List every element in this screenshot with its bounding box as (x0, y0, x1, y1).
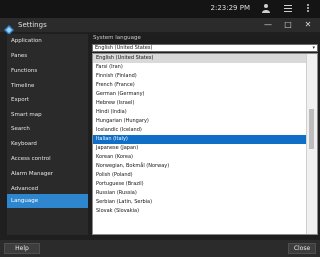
language-option-slovak[interactable]: Slovak (Slovakia) (93, 207, 307, 216)
sidebar-item-language[interactable]: Language (7, 194, 88, 208)
sidebar-item-application[interactable]: Application (7, 34, 88, 48)
language-option-hebrew[interactable]: Hebrew (Israel) (93, 99, 307, 108)
language-option-hindi[interactable]: Hindi (India) (93, 108, 307, 117)
language-option-polish[interactable]: Polish (Poland) (93, 171, 307, 180)
sidebar-item-export[interactable]: Export (7, 93, 88, 107)
sidebar-item-smart-map[interactable]: Smart map (7, 108, 88, 122)
maximize-icon[interactable]: □ (280, 19, 296, 31)
language-option-italian[interactable]: Italian (Italy) (93, 135, 307, 144)
user-icon[interactable] (260, 3, 272, 15)
sidebar-item-functions[interactable]: Functions (7, 64, 88, 78)
close-icon[interactable]: ✕ (300, 19, 316, 31)
window-title-bar: Settings — □ ✕ (0, 18, 320, 35)
system-language-value: English (United States) (95, 45, 153, 51)
dropdown-scrollbar[interactable] (306, 54, 317, 234)
minimize-icon[interactable]: — (260, 19, 276, 31)
language-option-german[interactable]: German (Germany) (93, 90, 307, 99)
sidebar-item-search[interactable]: Search (7, 122, 88, 136)
menu-icon[interactable] (282, 3, 294, 15)
help-button[interactable]: Help (4, 243, 40, 254)
dialog-footer: Help Close (0, 240, 320, 257)
language-option-norwegian[interactable]: Norwegian, Bokmål (Norway) (93, 162, 307, 171)
sidebar-item-access-control[interactable]: Access control (7, 152, 88, 166)
scrollbar-thumb[interactable] (309, 109, 314, 149)
close-button[interactable]: Close (288, 243, 316, 254)
more-vertical-icon[interactable] (302, 3, 314, 15)
system-taskbar: 2:23:29 PM (0, 0, 320, 18)
window-title: Settings (18, 21, 47, 29)
language-dropdown-list[interactable]: English (United States) Farsi (Iran) Fin… (92, 53, 318, 235)
sidebar-item-alarm-manager[interactable]: Alarm Manager (7, 167, 88, 181)
settings-sidebar: Application Panes Functions Timeline Exp… (7, 34, 88, 235)
language-option-serbian[interactable]: Serbian (Latin, Serbia) (93, 198, 307, 207)
sidebar-item-timeline[interactable]: Timeline (7, 79, 88, 93)
language-settings-panel: System language English (United States) … (89, 34, 320, 239)
sidebar-item-keyboard[interactable]: Keyboard (7, 137, 88, 151)
system-language-label: System language (93, 35, 141, 41)
language-option-japanese[interactable]: Japanese (Japan) (93, 144, 307, 153)
language-option-icelandic[interactable]: Icelandic (Iceland) (93, 126, 307, 135)
language-option-french[interactable]: French (France) (93, 81, 307, 90)
settings-app-icon (4, 20, 14, 35)
system-clock: 2:23:29 PM (210, 4, 250, 12)
language-option-farsi[interactable]: Farsi (Iran) (93, 63, 307, 72)
language-option-english-us[interactable]: English (United States) (93, 54, 307, 63)
language-option-hungarian[interactable]: Hungarian (Hungary) (93, 117, 307, 126)
system-language-select[interactable]: English (United States) ▾ (92, 44, 318, 52)
language-option-korean[interactable]: Korean (Korea) (93, 153, 307, 162)
sidebar-item-panes[interactable]: Panes (7, 49, 88, 63)
language-option-finnish[interactable]: Finnish (Finland) (93, 72, 307, 81)
chevron-down-icon: ▾ (312, 45, 315, 51)
language-option-portuguese[interactable]: Portuguese (Brazil) (93, 180, 307, 189)
language-option-russian[interactable]: Russian (Russia) (93, 189, 307, 198)
